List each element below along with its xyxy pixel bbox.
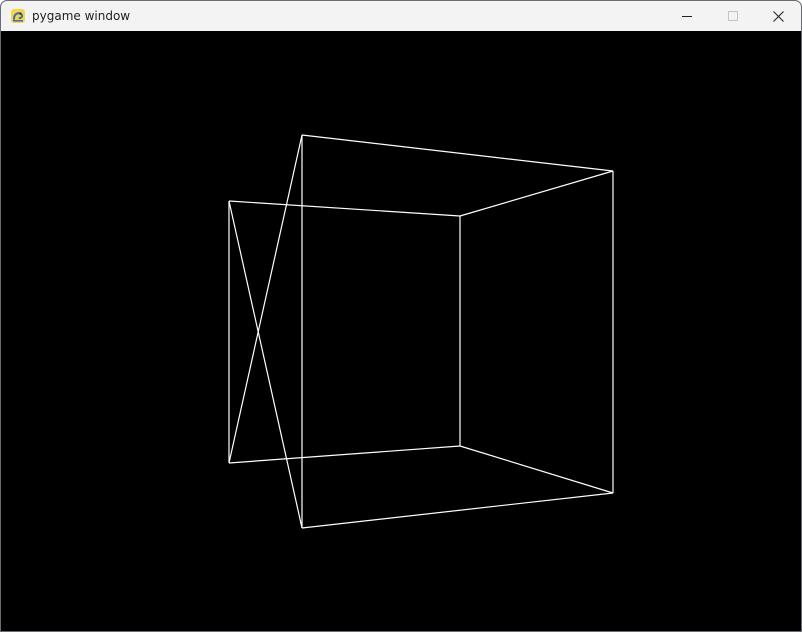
minimize-button[interactable] [664, 1, 710, 31]
cube-edge [228, 200, 461, 217]
cube-edge [459, 445, 614, 494]
cube-edge [228, 200, 303, 529]
cube-edge [228, 134, 303, 464]
minimize-icon [682, 11, 692, 21]
maximize-button[interactable] [710, 1, 756, 31]
cube-edge [301, 134, 614, 172]
window-title: pygame window [32, 9, 131, 23]
close-button[interactable] [755, 1, 801, 31]
wireframe-cube [228, 134, 614, 529]
pygame-snake-icon [10, 8, 26, 24]
cube-edge [301, 492, 614, 529]
cube-edge [459, 170, 614, 217]
title-bar[interactable]: pygame window [1, 1, 801, 31]
game-canvas[interactable] [1, 31, 801, 631]
app-window: pygame window [0, 0, 802, 632]
cube-edge [228, 445, 461, 464]
close-icon [772, 10, 784, 22]
maximize-icon [728, 11, 738, 21]
